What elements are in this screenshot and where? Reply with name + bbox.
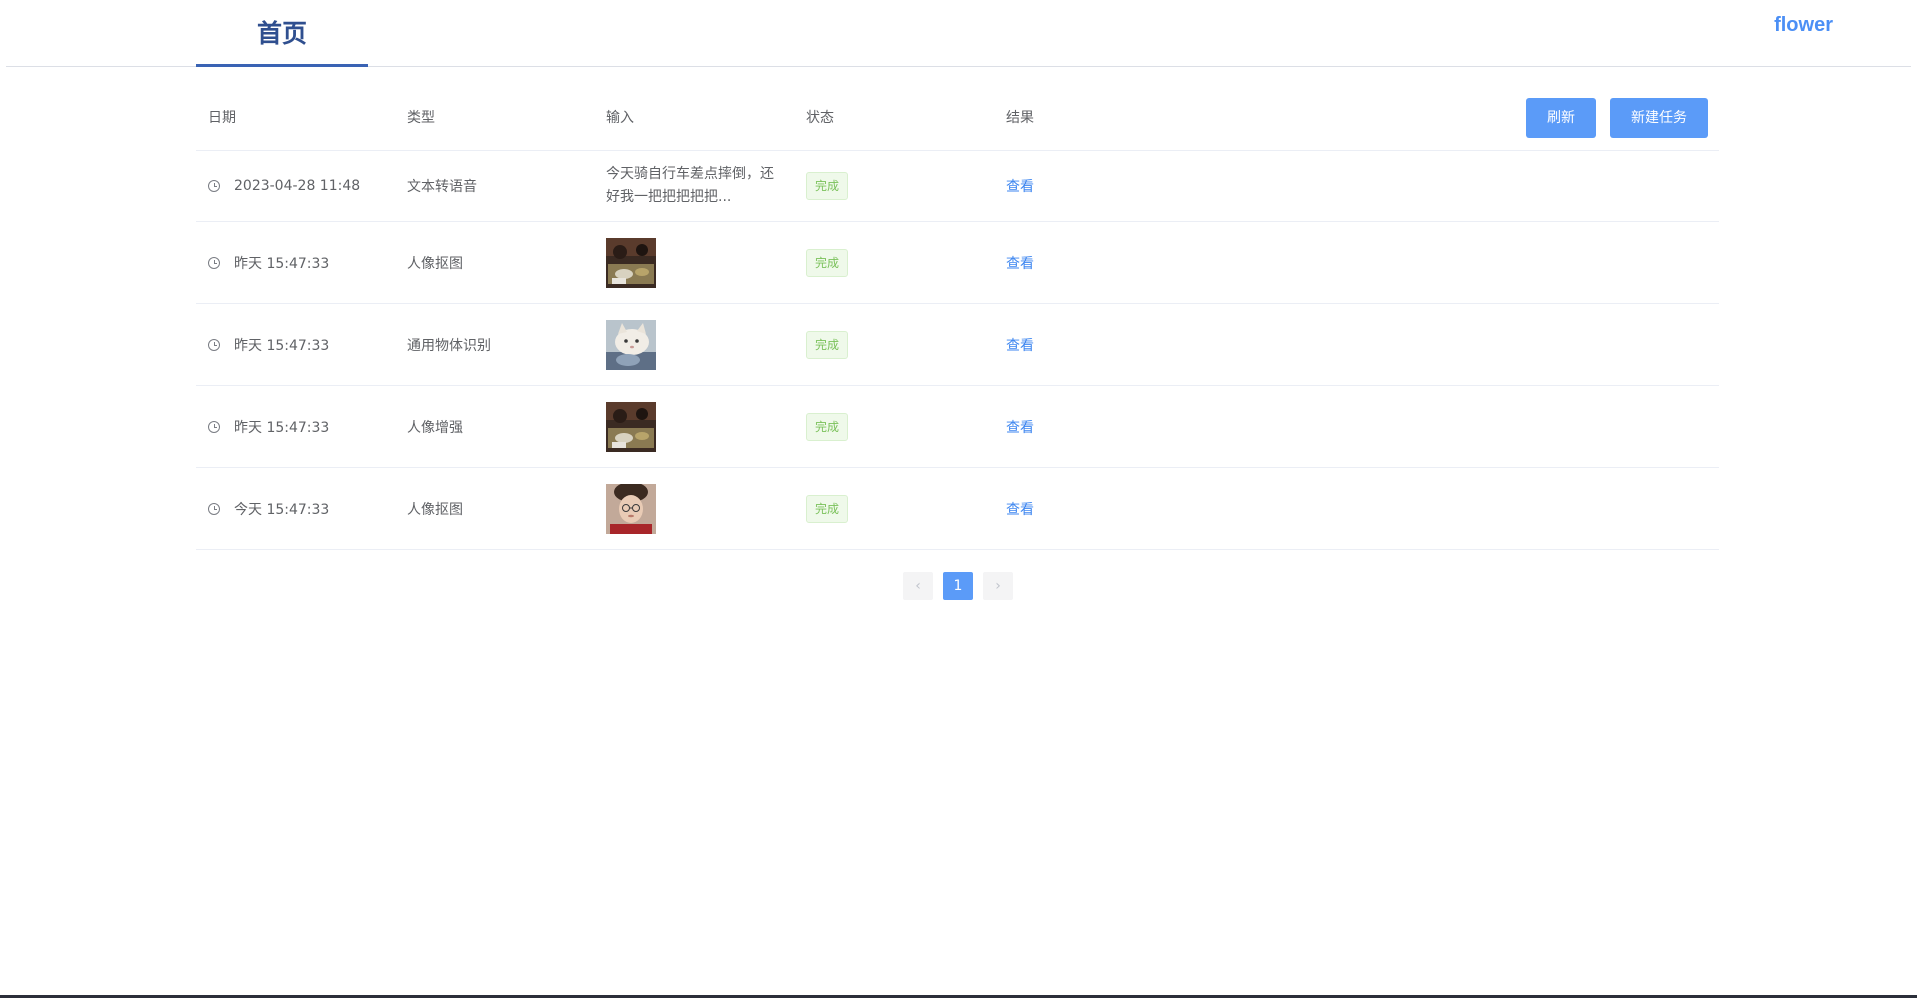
header-result: 结果 — [1006, 110, 1034, 126]
date-text: 今天 15:47:33 — [234, 501, 330, 518]
white-cat-photo-icon — [606, 319, 656, 370]
table-row: 今天 15:47:33 人像抠图 完成 查看 — [196, 468, 1719, 550]
type-cell: 人像增强 — [407, 419, 463, 436]
dinner-table-photo-icon — [606, 401, 656, 452]
input-text: 今天骑自行车差点摔倒，还好我一把把把把把... — [606, 166, 774, 205]
table-header: 日期 类型 输入 状态 结果 刷新 新建任务 — [196, 96, 1719, 151]
date-text: 昨天 15:47:33 — [234, 255, 330, 272]
table-row: 昨天 15:47:33 人像增强 完成 查看 — [196, 386, 1719, 468]
date-text: 昨天 15:47:33 — [234, 419, 330, 436]
type-cell: 人像抠图 — [407, 501, 463, 518]
refresh-button[interactable]: 刷新 — [1526, 98, 1596, 138]
input-thumbnail[interactable] — [606, 319, 656, 370]
header-status: 状态 — [806, 110, 834, 126]
table-row: 2023-04-28 11:48 文本转语音 今天骑自行车差点摔倒，还好我一把把… — [196, 151, 1719, 222]
view-result-link[interactable]: 查看 — [1006, 417, 1034, 437]
type-cell: 文本转语音 — [407, 179, 477, 195]
input-thumbnail[interactable] — [606, 401, 656, 452]
date-cell: 昨天 15:47:33 — [208, 253, 329, 273]
view-result-link[interactable]: 查看 — [1006, 499, 1034, 519]
brand-link[interactable]: flower — [1774, 14, 1833, 37]
clock-icon — [208, 502, 220, 515]
header-type: 类型 — [407, 110, 435, 126]
input-thumbnail[interactable] — [606, 237, 656, 288]
status-badge: 完成 — [806, 330, 849, 359]
new-task-button[interactable]: 新建任务 — [1610, 98, 1708, 138]
tab-home[interactable]: 首页 — [196, 0, 368, 67]
header-date: 日期 — [208, 110, 236, 126]
date-cell: 今天 15:47:33 — [208, 499, 329, 519]
date-cell: 昨天 15:47:33 — [208, 417, 329, 437]
next-page-button[interactable]: › — [983, 572, 1013, 600]
portrait-photo-icon — [606, 483, 656, 534]
table-row: 昨天 15:47:33 通用物体识别 完成 查看 — [196, 304, 1719, 386]
app-window: 首页 flower 日期 类型 输入 状态 结果 刷新 新建任务 2023-04… — [0, 0, 1917, 998]
type-cell: 通用物体识别 — [407, 337, 491, 354]
clock-icon — [208, 256, 220, 269]
date-text: 2023-04-28 11:48 — [234, 178, 361, 194]
view-result-link[interactable]: 查看 — [1006, 253, 1034, 273]
status-badge: 完成 — [806, 248, 849, 277]
status-badge: 完成 — [806, 172, 849, 200]
dinner-table-photo-icon — [606, 237, 656, 288]
page-1-button[interactable]: 1 — [943, 572, 973, 600]
top-nav: 首页 flower — [6, 0, 1911, 67]
header-input: 输入 — [606, 110, 634, 126]
prev-page-button[interactable]: ‹ — [903, 572, 933, 600]
clock-icon — [208, 338, 220, 351]
clock-icon — [208, 180, 220, 192]
view-result-link[interactable]: 查看 — [1006, 176, 1034, 196]
pagination: ‹ 1 › — [903, 572, 1013, 600]
clock-icon — [208, 420, 220, 433]
status-badge: 完成 — [806, 412, 849, 441]
date-cell: 昨天 15:47:33 — [208, 335, 329, 355]
date-text: 昨天 15:47:33 — [234, 337, 330, 354]
input-thumbnail[interactable] — [606, 483, 656, 534]
date-cell: 2023-04-28 11:48 — [208, 178, 360, 194]
task-table: 日期 类型 输入 状态 结果 刷新 新建任务 2023-04-28 11:48 … — [196, 96, 1719, 550]
view-result-link[interactable]: 查看 — [1006, 335, 1034, 355]
type-cell: 人像抠图 — [407, 255, 463, 272]
status-badge: 完成 — [806, 494, 849, 523]
table-row: 昨天 15:47:33 人像抠图 完成 查看 — [196, 222, 1719, 304]
